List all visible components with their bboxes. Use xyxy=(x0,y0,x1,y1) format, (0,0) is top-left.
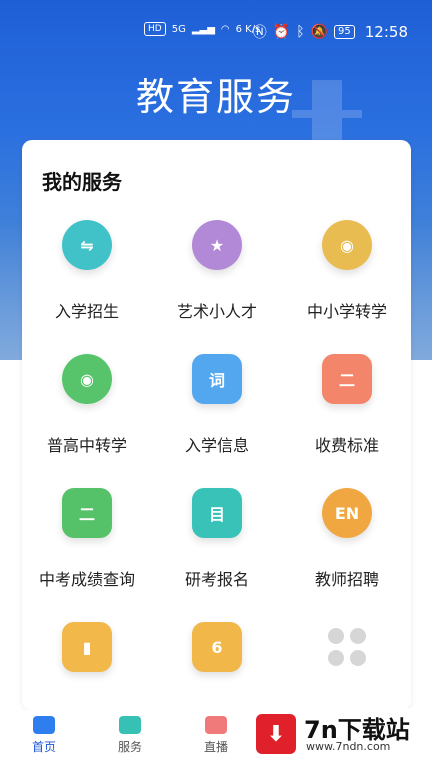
service-item[interactable] xyxy=(282,622,411,710)
english-icon: EN xyxy=(322,488,372,538)
service-label: 入学信息 xyxy=(184,436,249,455)
folder-icon xyxy=(119,716,141,734)
book-icon: ▮ xyxy=(62,622,112,672)
live-icon xyxy=(205,716,227,734)
download-icon: ⬇ xyxy=(256,714,296,754)
calendar-icon: 6 xyxy=(192,622,242,672)
alarm-icon: ⏰ xyxy=(272,24,291,40)
exchange-icon: ⇋ xyxy=(62,220,112,270)
nfc-icon: Ⓝ xyxy=(252,25,267,41)
tab-label: 服务 xyxy=(117,740,142,754)
service-item[interactable]: ★ 艺术小人才 xyxy=(152,220,282,340)
service-item[interactable]: ◉ 普高中转学 xyxy=(22,354,152,474)
service-label: 中小学转学 xyxy=(306,302,387,321)
star-icon: ★ xyxy=(192,220,242,270)
tab-label: 首页 xyxy=(31,740,56,754)
signal-icon: ▂▃▅ xyxy=(191,23,215,35)
battery-icon: 95 xyxy=(334,25,355,39)
service-label: 艺术小人才 xyxy=(176,302,257,321)
service-label: 普高中转学 xyxy=(46,436,127,455)
service-label: 教师招聘 xyxy=(314,570,379,589)
document-icon: 目 xyxy=(192,488,242,538)
mute-icon: 🔕 xyxy=(310,24,329,40)
service-item[interactable]: 二收费标准 xyxy=(282,354,411,474)
more-apps-icon xyxy=(322,622,372,672)
service-item[interactable]: ⇋ 入学招生 xyxy=(22,220,152,340)
eye-icon: ◉ xyxy=(322,220,372,270)
home-icon xyxy=(33,716,55,734)
fee-icon: 二 xyxy=(322,354,372,404)
network-5g-icon: 5G xyxy=(171,23,186,35)
tab-services[interactable]: 服务 xyxy=(100,716,160,755)
wifi-icon: ◠ xyxy=(220,23,230,35)
service-label: 收费标准 xyxy=(314,436,379,455)
bluetooth-icon: ᛒ xyxy=(296,24,305,40)
service-item[interactable]: ▮ xyxy=(22,622,152,710)
service-item[interactable]: 二中考成绩查询 xyxy=(22,488,152,608)
watermark-url: www.7ndn.com xyxy=(306,740,391,753)
clipboard-icon: 二 xyxy=(62,488,112,538)
clock: 12:58 xyxy=(364,23,408,41)
services-card: 我的服务 ⇋ 入学招生 ★ 艺术小人才 ◉ 中小学转学 ◉ 普高中转学词入学信息二收费标准二中… xyxy=(22,140,411,710)
service-label: 中考成绩查询 xyxy=(38,570,135,589)
service-item[interactable]: 目研考报名 xyxy=(152,488,282,608)
service-item[interactable]: 6 xyxy=(152,622,282,710)
service-item[interactable]: EN 教师招聘 xyxy=(282,488,411,608)
section-title: 我的服务 xyxy=(42,170,122,194)
service-label: 研考报名 xyxy=(184,570,249,589)
page-title: 教育服务 xyxy=(135,75,296,119)
service-label: 入学招生 xyxy=(54,302,119,321)
eye-icon: ◉ xyxy=(62,354,112,404)
word-icon: 词 xyxy=(192,354,242,404)
hd-icon: HD xyxy=(144,22,166,36)
service-item[interactable]: 词入学信息 xyxy=(152,354,282,474)
tab-label: 直播 xyxy=(203,740,228,754)
watermark: ⬇ 7n下载站 www.7ndn.com xyxy=(252,708,424,760)
service-item[interactable]: ◉ 中小学转学 xyxy=(282,220,411,340)
status-bar: HD 5G ▂▃▅ ◠ 6 K/s Ⓝ ⏰ ᛒ 🔕 95 12:58 xyxy=(0,0,432,64)
tab-home[interactable]: 首页 xyxy=(14,716,74,755)
tab-live[interactable]: 直播 xyxy=(186,716,246,755)
